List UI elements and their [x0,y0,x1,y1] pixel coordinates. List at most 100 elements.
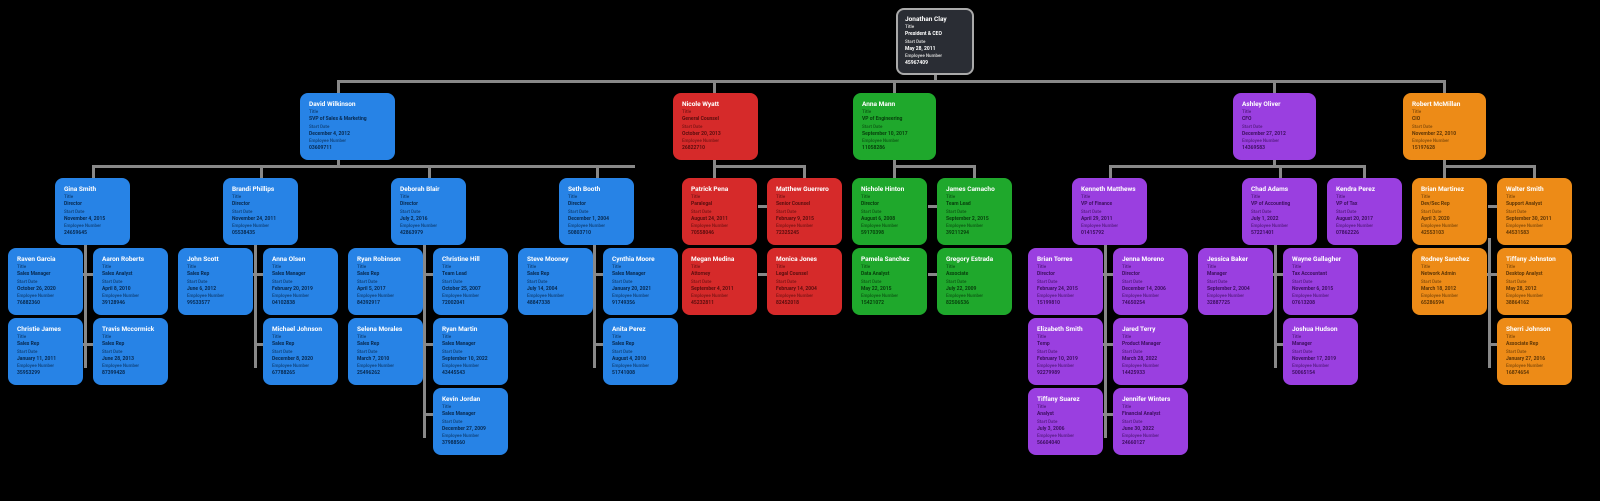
org-node-esmith[interactable]: Elizabeth SmithTitleTempStart DateFebrua… [1028,318,1103,385]
title-label: Title [612,265,669,271]
emp-label: Employee Number [272,294,329,300]
start-value: July 22, 2009 [946,286,1003,293]
org-node-arob[interactable]: Aaron RobertsTitleSales AnalystStart Dat… [93,248,168,315]
emp-value: 14425933 [1122,370,1179,377]
org-node-tsuar[interactable]: Tiffany SuarezTitleAnalystStart DateJuly… [1028,388,1103,455]
emp-value: 99533577 [187,300,244,307]
org-node-bphil[interactable]: Brandi PhillipsTitleDirectorStart DateNo… [223,178,298,245]
org-node-aperez[interactable]: Anita PerezTitleSales RepStart DateAugus… [603,318,678,385]
connector [92,165,95,178]
title-value: CFO [1242,116,1307,123]
org-node-kperez[interactable]: Kendra PerezTitleVP of TaxStart DateAugu… [1327,178,1402,245]
title-value: VP of Accounting [1251,201,1308,208]
start-value: March 18, 2012 [1421,286,1478,293]
node-name: Jenna Moreno [1122,255,1179,263]
org-node-smoon[interactable]: Steve MooneyTitleSales RepStart DateJuly… [518,248,593,315]
title-label: Title [1292,265,1349,271]
org-node-btorr[interactable]: Brian TorresTitleDirectorStart DateFebru… [1028,248,1103,315]
emp-value: 39128946 [102,300,159,307]
org-node-rmart[interactable]: Ryan MartinTitleSales ManagerStart DateS… [433,318,508,385]
title-value: Associate Rep [1506,341,1563,348]
org-node-bmart[interactable]: Brian MartinezTitleDev/Sec RepStart Date… [1412,178,1487,245]
start-value: August 6, 2008 [861,216,918,223]
org-node-wsmith[interactable]: Walter SmithTitleSupport AnalystStart Da… [1497,178,1572,245]
start-value: December 14, 2006 [1122,286,1179,293]
org-node-aolsen[interactable]: Anna OlsenTitleSales ManagerStart DateFe… [263,248,338,315]
org-node-tjohn[interactable]: Tiffany JohnstonTitleDesktop AnalystStar… [1497,248,1572,315]
org-node-tmcc[interactable]: Travis MccormickTitleSales RepStart Date… [93,318,168,385]
node-name: Chad Adams [1251,185,1308,193]
title-label: Title [776,195,833,201]
title-value: Financial Analyst [1122,411,1179,418]
org-node-jterry[interactable]: Jared TerryTitleProduct ManagerStart Dat… [1113,318,1188,385]
title-label: Title [1412,110,1477,116]
org-node-mjones[interactable]: Monica JonesTitleLegal CounselStart Date… [767,248,842,315]
start-label: Start Date [442,280,499,286]
org-node-kmatt[interactable]: Kenneth MatthewsTitleVP of FinanceStart … [1072,178,1147,245]
emp-label: Employee Number [102,364,159,370]
title-label: Title [691,195,748,201]
connector [1363,165,1366,178]
emp-label: Employee Number [357,364,414,370]
org-node-kjord[interactable]: Kevin JordanTitleSales ManagerStart Date… [433,388,508,455]
org-node-jbaker[interactable]: Jessica BakerTitleManagerStart DateSepte… [1198,248,1273,315]
org-node-mguer[interactable]: Matthew GuerreroTitleSenior CounselStart… [767,178,842,245]
org-node-mmed[interactable]: Megan MedinaTitleAttorneyStart DateSepte… [682,248,757,315]
org-node-gest[interactable]: Gregory EstradaTitleAssociateStart DateJ… [937,248,1012,315]
start-value: November 4, 2015 [64,216,121,223]
emp-label: Employee Number [691,294,748,300]
title-value: Team Lead [946,201,1003,208]
org-node-mjohn[interactable]: Michael JohnsonTitleSales RepStart DateD… [263,318,338,385]
emp-value: 14369583 [1242,145,1307,152]
org-node-cmoore[interactable]: Cynthia MooreTitleSales ManagerStart Dat… [603,248,678,315]
node-name: Christie James [17,325,74,333]
org-node-rrob[interactable]: Ryan RobinsonTitleSales RepStart DateApr… [348,248,423,315]
org-node-cadams[interactable]: Chad AdamsTitleVP of AccountingStart Dat… [1242,178,1317,245]
title-label: Title [1037,405,1094,411]
org-node-dblair[interactable]: Deborah BlairTitleDirectorStart DateJuly… [391,178,466,245]
emp-value: 07613208 [1292,300,1349,307]
org-node-ceo[interactable]: Jonathan ClayTitlePresident & CEOStart D… [896,8,974,75]
emp-value: 15197628 [1412,145,1477,152]
org-node-jcam[interactable]: James CamachoTitleTeam LeadStart DateSep… [937,178,1012,245]
org-node-psan[interactable]: Pamela SanchezTitleData AnalystStart Dat… [852,248,927,315]
node-name: Brian Torres [1037,255,1094,263]
emp-value: 05538435 [232,230,289,237]
org-node-jscott[interactable]: John ScottTitleSales RepStart DateJune 6… [178,248,253,315]
org-node-nwyatt[interactable]: Nicole WyattTitleGeneral CounselStart Da… [673,93,758,160]
start-label: Start Date [1412,125,1477,131]
title-label: Title [272,265,329,271]
org-node-rmcm[interactable]: Robert McMillanTitleCIOStart DateNovembe… [1403,93,1486,160]
org-node-rsan[interactable]: Rodney SanchezTitleNetwork AdminStart Da… [1412,248,1487,315]
title-value: SVP of Sales & Marketing [309,116,386,123]
title-label: Title [861,265,918,271]
org-node-rgarcia[interactable]: Raven GarciaTitleSales ManagerStart Date… [8,248,83,315]
org-node-sjohn[interactable]: Sherri JohnsonTitleAssociate RepStart Da… [1497,318,1572,385]
emp-label: Employee Number [64,224,121,230]
org-node-jhud[interactable]: Joshua HudsonTitleManagerStart DateNovem… [1283,318,1358,385]
org-node-nhint[interactable]: Nichole HintonTitleDirectorStart DateAug… [852,178,927,245]
org-node-chill[interactable]: Christine HillTitleTeam LeadStart DateOc… [433,248,508,315]
org-node-gsmith[interactable]: Gina SmithTitleDirectorStart DateNovembe… [55,178,130,245]
org-node-smor[interactable]: Selena MoralesTitleSales RepStart DateMa… [348,318,423,385]
title-value: Manager [1292,341,1349,348]
emp-label: Employee Number [442,294,499,300]
start-value: April 29, 2011 [1081,216,1138,223]
org-node-dwilk[interactable]: David WilkinsonTitleSVP of Sales & Marke… [300,93,395,160]
org-node-jwint[interactable]: Jennifer WintersTitleFinancial AnalystSt… [1113,388,1188,455]
org-node-cjames[interactable]: Christie JamesTitleSales RepStart DateJa… [8,318,83,385]
node-name: Selena Morales [357,325,414,333]
org-node-aoliver[interactable]: Ashley OliverTitleCFOStart DateDecember … [1233,93,1316,160]
org-node-amann[interactable]: Anna MannTitleVP of EngineeringStart Dat… [853,93,936,160]
title-value: Team Lead [442,271,499,278]
start-label: Start Date [946,210,1003,216]
org-node-sbooth[interactable]: Seth BoothTitleDirectorStart DateDecembe… [559,178,634,245]
emp-value: 51741008 [612,370,669,377]
org-node-ppena[interactable]: Patrick PenaTitleParalegalStart DateAugu… [682,178,757,245]
org-node-wgal[interactable]: Wayne GallagherTitleTax AccountantStart … [1283,248,1358,315]
emp-label: Employee Number [357,294,414,300]
start-value: February 14, 2004 [776,286,833,293]
connector [1109,165,1112,178]
emp-value: 76882360 [17,300,74,307]
org-node-jmor[interactable]: Jenna MorenoTitleDirectorStart DateDecem… [1113,248,1188,315]
